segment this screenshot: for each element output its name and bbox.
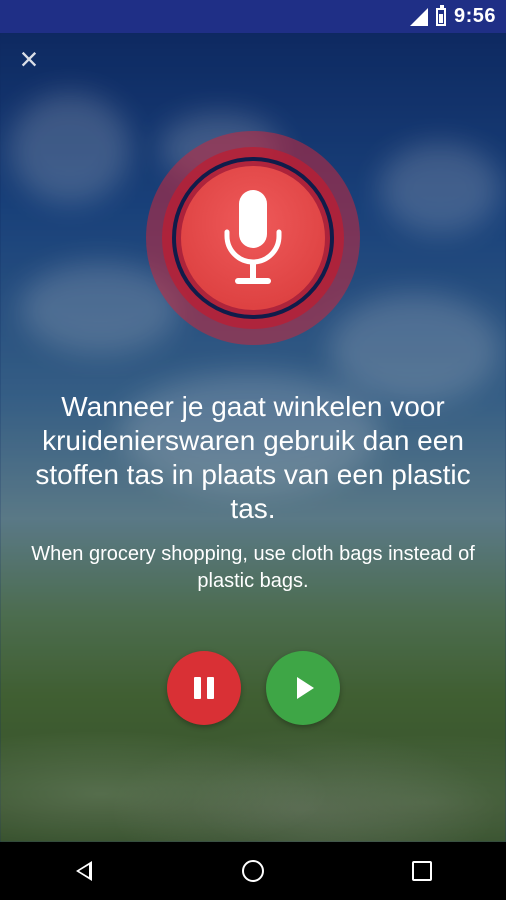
- microphone-icon: [224, 190, 282, 284]
- nav-back-button[interactable]: [54, 842, 114, 900]
- nav-home-button[interactable]: [223, 842, 283, 900]
- home-icon: [241, 860, 264, 882]
- translation-text: When grocery shopping, use cloth bags in…: [31, 543, 475, 592]
- screen: 9:56 × Wanneer je gaat winkelen voor kru…: [0, 0, 506, 900]
- target-phrase: Wanneer je gaat winkelen voor kruidenier…: [35, 391, 471, 524]
- close-icon: ×: [19, 41, 39, 77]
- close-button[interactable]: ×: [14, 41, 44, 77]
- navigation-bar: [0, 842, 506, 900]
- signal-icon: [409, 7, 428, 26]
- pause-icon: [191, 677, 217, 699]
- back-icon: [76, 861, 93, 881]
- record-button[interactable]: [181, 166, 325, 310]
- nav-recents-button[interactable]: [392, 842, 452, 900]
- microphone-widget: [146, 131, 360, 345]
- status-time: 9:56: [453, 5, 496, 27]
- recents-icon: [411, 861, 432, 881]
- pause-button[interactable]: [167, 651, 241, 725]
- battery-icon: [435, 4, 446, 26]
- meadow-decoration: [0, 682, 506, 842]
- play-button[interactable]: [266, 651, 340, 725]
- status-bar: 9:56: [0, 0, 506, 33]
- play-icon: [297, 677, 314, 699]
